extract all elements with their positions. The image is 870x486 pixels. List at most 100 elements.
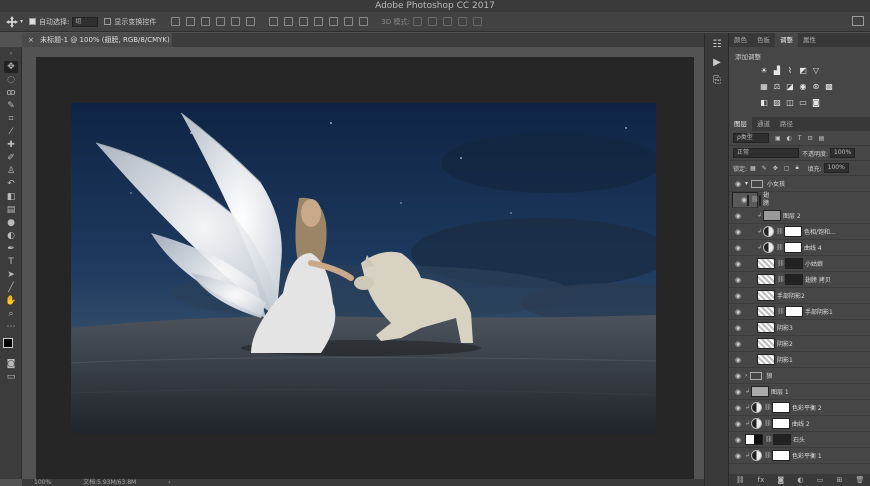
link-icon[interactable]: ⛓ (764, 452, 772, 459)
pen-tool-icon[interactable]: ✒ (4, 243, 18, 255)
expand-arrow-icon[interactable]: › (168, 479, 170, 486)
blend-mode-dropdown[interactable]: 正常 (733, 148, 799, 158)
eye-icon[interactable]: ◉ (735, 228, 745, 236)
photo-filter-icon[interactable]: ◉ (798, 82, 808, 92)
layer-row[interactable]: ◉ ⛓ 石头 (729, 432, 870, 448)
align-hcenter-icon[interactable] (231, 17, 241, 26)
eye-icon[interactable]: ◉ (735, 356, 745, 364)
hand-tool-icon[interactable]: ✋ (4, 295, 18, 307)
brightness-icon[interactable]: ☀ (759, 66, 769, 76)
healing-brush-tool-icon[interactable]: ✚ (4, 139, 18, 151)
eyedropper-tool-icon[interactable]: ⁄ (4, 126, 18, 138)
link-icon[interactable]: ⛓ (777, 308, 785, 315)
filter-smart-icon[interactable]: ▤ (819, 135, 825, 142)
eye-icon[interactable]: ◉ (735, 276, 745, 284)
align-left-icon[interactable] (216, 17, 226, 26)
mask-thumbnail[interactable] (784, 226, 802, 237)
filter-pixel-icon[interactable]: ▣ (775, 135, 781, 142)
mask-thumbnail[interactable] (759, 194, 762, 206)
lasso-tool-icon[interactable]: ꝏ (4, 87, 18, 99)
vibrance-icon[interactable]: ▽ (811, 66, 821, 76)
new-adjustment-icon[interactable]: ◐ (797, 476, 803, 484)
opacity-input[interactable]: 100% (830, 148, 856, 158)
eye-icon[interactable]: ◉ (735, 436, 745, 444)
lock-all-icon[interactable]: 🔒︎ (795, 164, 798, 172)
lock-artboard-icon[interactable]: ▢ (784, 165, 790, 172)
zoom-tool-icon[interactable]: ⌕ (4, 308, 18, 320)
eye-icon[interactable]: ◉ (735, 452, 745, 460)
auto-select-toggle[interactable]: 自动选择: 组 (29, 16, 99, 27)
link-icon[interactable]: ⛓ (764, 420, 772, 427)
layer-filter-dropdown[interactable]: ρ类型 (733, 133, 769, 143)
gradient-map-icon[interactable]: ▭ (798, 98, 808, 108)
link-layers-icon[interactable]: ⛓ (736, 476, 745, 484)
link-icon[interactable]: ⛓ (777, 260, 785, 267)
lock-transparent-icon[interactable]: ▦ (750, 165, 756, 172)
mask-thumbnail[interactable] (785, 258, 803, 269)
mask-thumbnail[interactable] (772, 450, 790, 461)
close-icon[interactable]: × (28, 36, 34, 44)
eye-icon[interactable]: ◉ (735, 324, 745, 332)
layer-row[interactable]: ◉ ↲ 图层 2 (729, 208, 870, 224)
new-group-icon[interactable]: ▭ (817, 476, 824, 484)
threshold-icon[interactable]: ◫ (785, 98, 795, 108)
mask-thumbnail[interactable] (785, 274, 803, 285)
foreground-color[interactable] (3, 338, 13, 348)
invert-icon[interactable]: ◧ (759, 98, 769, 108)
marquee-tool-icon[interactable]: ◌ (4, 74, 18, 86)
line-tool-icon[interactable]: ╱ (4, 282, 18, 294)
add-mask-icon[interactable]: ◙ (777, 476, 784, 484)
align-bottom-icon[interactable] (201, 17, 211, 26)
collapse-icon[interactable]: » (4, 48, 18, 60)
eye-icon[interactable]: ◉ (735, 388, 745, 396)
chevron-right-icon[interactable]: › (745, 372, 747, 379)
layer-row[interactable]: ◉ ↲ 图层 1 (729, 384, 870, 400)
selective-color-icon[interactable]: ◙ (811, 98, 821, 108)
distribute-bottom-icon[interactable] (299, 17, 309, 26)
scale-3d-icon[interactable] (472, 17, 482, 26)
filter-adjust-icon[interactable]: ◐ (787, 135, 792, 142)
screen-mode-icon[interactable]: ▭ (4, 371, 18, 383)
link-icon[interactable]: ⛓ (751, 196, 759, 204)
align-right-icon[interactable] (246, 17, 256, 26)
lock-pixels-icon[interactable]: ✎ (762, 165, 767, 172)
history-icon[interactable]: ☷ (710, 39, 724, 51)
levels-icon[interactable]: ▟ (772, 66, 782, 76)
lock-position-icon[interactable]: ✥ (773, 165, 778, 172)
tab-adjustments[interactable]: 调整 (775, 33, 798, 47)
mask-thumbnail[interactable] (772, 402, 790, 413)
rotate-3d-icon[interactable] (412, 17, 422, 26)
distribute-left-icon[interactable] (314, 17, 324, 26)
tab-layers[interactable]: 图层 (729, 117, 752, 131)
eye-icon[interactable]: ◉ (735, 212, 745, 220)
layer-row[interactable]: ◉ ↲ ⛓ 色相/饱和... (729, 224, 870, 240)
canvas-image[interactable] (71, 103, 656, 433)
eraser-tool-icon[interactable]: ◧ (4, 191, 18, 203)
auto-select-dropdown[interactable]: 组 (72, 16, 99, 27)
distribute-vcenter-icon[interactable] (284, 17, 294, 26)
layer-row[interactable]: ◉ ⛓ 翅膀 (732, 192, 769, 208)
type-tool-icon[interactable]: T (4, 256, 18, 268)
show-transform-checkbox[interactable] (104, 18, 112, 25)
filter-shape-icon[interactable]: ⊡ (808, 135, 813, 142)
eye-icon[interactable]: ◉ (735, 308, 745, 316)
posterize-icon[interactable]: ▨ (772, 98, 782, 108)
eye-icon[interactable]: ◉ (735, 244, 745, 252)
eye-icon[interactable]: ◉ (735, 260, 745, 268)
color-swatches[interactable] (0, 335, 22, 357)
eye-icon[interactable]: ◉ (735, 372, 745, 380)
mask-thumbnail[interactable] (785, 306, 803, 317)
quick-mask-icon[interactable]: ◙ (4, 358, 18, 370)
chevron-down-icon[interactable]: ▾ (745, 180, 748, 187)
distribute-top-icon[interactable] (269, 17, 279, 26)
layer-row[interactable]: ◉ 阴影3 (729, 320, 870, 336)
link-icon[interactable]: ⛓ (776, 228, 784, 235)
tab-channels[interactable]: 通道 (752, 117, 775, 131)
eye-icon[interactable]: ◉ (735, 404, 745, 412)
eye-icon[interactable]: ◉ (735, 420, 745, 428)
exposure-icon[interactable]: ◩ (798, 66, 808, 76)
tab-paths[interactable]: 路径 (775, 117, 798, 131)
workspace-icon[interactable] (852, 16, 864, 26)
layer-row[interactable]: ◉ ⛓ 小姑娘 (729, 256, 870, 272)
layer-row[interactable]: ◉ ↲ ⛓ 曲线 4 (729, 240, 870, 256)
